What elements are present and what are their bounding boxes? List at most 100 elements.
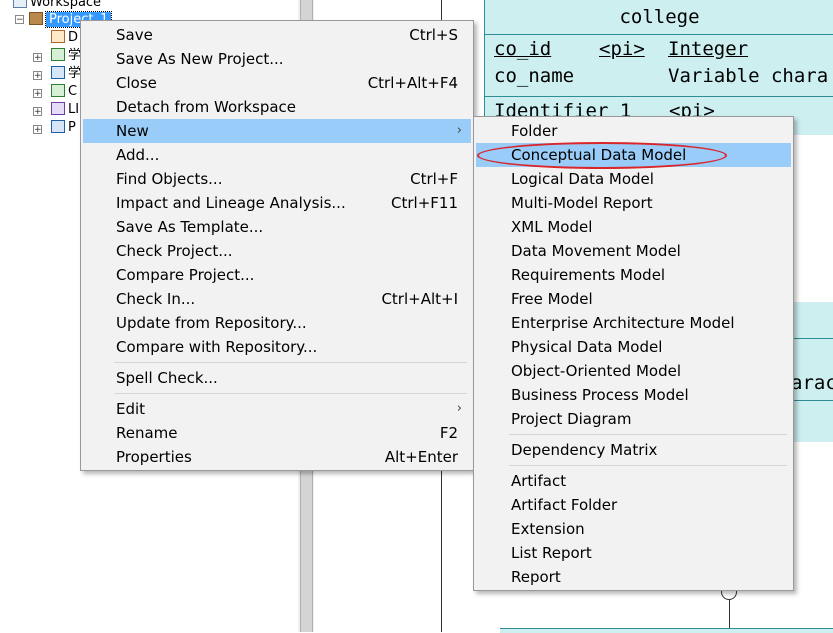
menu-item-find-objects[interactable]: Find Objects... Ctrl+F [83,167,471,191]
menu-item-spell-check[interactable]: Spell Check... [83,366,471,390]
submenu-item-enterprise-architecture-model[interactable]: Enterprise Architecture Model [476,311,791,335]
attribute-row: co_id <pi> Integer [494,38,748,60]
submenu-item-free-model[interactable]: Free Model [476,287,791,311]
menu-item-save-as-template[interactable]: Save As Template... [83,215,471,239]
submenu-item-business-process-model[interactable]: Business Process Model [476,383,791,407]
menu-item-detach-from-workspace[interactable]: Detach from Workspace [83,95,471,119]
menu-item-label: Dependency Matrix [511,441,658,459]
submenu-item-xml-model[interactable]: XML Model [476,215,791,239]
menu-item-label: Conceptual Data Model [511,146,687,164]
attribute-type: Integer [668,38,749,60]
tree-item-child[interactable]: 学 [51,47,81,65]
menu-item-label: Detach from Workspace [116,98,297,116]
expand-toggle[interactable]: + [33,53,42,63]
menu-item-label: Add... [116,146,160,164]
menu-item-label: Enterprise Architecture Model [511,314,735,332]
new-submenu: Folder Conceptual Data Model Logical Dat… [473,116,794,591]
collapse-project-toggle[interactable]: − [15,15,24,25]
menu-separator [114,362,467,363]
submenu-item-list-report[interactable]: List Report [476,541,791,565]
expand-toggle[interactable]: + [33,107,42,117]
model-icon [51,102,65,115]
tree-item-child[interactable]: C [51,83,77,101]
menu-item-label: List Report [511,544,592,562]
tree-item-label: Workspace [30,0,102,10]
menu-item-label: Save [116,26,153,44]
model-icon [51,48,65,61]
menu-item-label: XML Model [511,218,593,236]
attribute-type: Variable chara [668,65,829,87]
entity-college[interactable]: college co_id <pi> Integer co_name Varia… [484,0,833,135]
entity-attributes: co_id <pi> Integer co_name Variable char… [485,34,833,97]
submenu-item-data-movement-model[interactable]: Data Movement Model [476,239,791,263]
menu-item-compare-with-repository[interactable]: Compare with Repository... [83,335,471,359]
menu-item-shortcut: Ctrl+Alt+I [381,290,458,308]
submenu-arrow-icon: › [456,123,462,138]
submenu-item-project-diagram[interactable]: Project Diagram [476,407,791,431]
tree-item-label: P [68,120,76,135]
menu-item-label: Check In... [116,290,196,308]
menu-item-label: New [116,122,149,140]
workspace-icon [13,0,27,8]
entity-partial[interactable]: arac [790,302,833,442]
menu-item-label: Business Process Model [511,386,689,404]
tree-item-label: D [68,30,79,45]
menu-item-check-in[interactable]: Check In... Ctrl+Alt+I [83,287,471,311]
submenu-item-report[interactable]: Report [476,565,791,589]
menu-item-label: Requirements Model [511,266,666,284]
submenu-item-logical-data-model[interactable]: Logical Data Model [476,167,791,191]
submenu-item-requirements-model[interactable]: Requirements Model [476,263,791,287]
project-icon [29,12,43,25]
menu-item-label: Update from Repository... [116,314,307,332]
menu-item-impact-lineage-analysis[interactable]: Impact and Lineage Analysis... Ctrl+F11 [83,191,471,215]
submenu-item-extension[interactable]: Extension [476,517,791,541]
entity-divider [791,338,833,339]
submenu-item-folder[interactable]: Folder [476,119,791,143]
menu-item-label: Impact and Lineage Analysis... [116,194,346,212]
submenu-item-conceptual-data-model[interactable]: Conceptual Data Model [476,143,791,167]
menu-item-save-as-new-project[interactable]: Save As New Project... [83,47,471,71]
menu-item-rename[interactable]: Rename F2 [83,421,471,445]
menu-item-properties[interactable]: Properties Alt+Enter [83,445,471,469]
menu-item-close[interactable]: Close Ctrl+Alt+F4 [83,71,471,95]
menu-item-update-from-repository[interactable]: Update from Repository... [83,311,471,335]
attribute-name: co_name [494,65,575,87]
submenu-item-artifact-folder[interactable]: Artifact Folder [476,493,791,517]
menu-separator [509,465,787,466]
menu-item-new[interactable]: New › [83,119,471,143]
attribute-key: <pi> [599,38,645,60]
submenu-item-multi-model-report[interactable]: Multi-Model Report [476,191,791,215]
expand-toggle[interactable]: + [33,125,42,135]
submenu-item-object-oriented-model[interactable]: Object-Oriented Model [476,359,791,383]
attribute-name: co_id [494,38,552,60]
menu-item-label: Data Movement Model [511,242,681,260]
tree-item-label: C [68,84,78,99]
menu-item-label: Compare with Repository... [116,338,318,356]
menu-item-save[interactable]: Save Ctrl+S [83,23,471,47]
tree-item-child[interactable]: LI [51,101,79,119]
tree-item-child[interactable]: 学 [51,65,81,83]
menu-item-add[interactable]: Add... [83,143,471,167]
model-icon [51,66,65,79]
tree-item-child[interactable]: P [51,119,76,137]
submenu-item-artifact[interactable]: Artifact [476,469,791,493]
menu-item-edit[interactable]: Edit › [83,397,471,421]
menu-item-label: Spell Check... [116,369,218,387]
menu-item-label: Check Project... [116,242,233,260]
submenu-item-physical-data-model[interactable]: Physical Data Model [476,335,791,359]
submenu-item-dependency-matrix[interactable]: Dependency Matrix [476,438,791,462]
expand-toggle[interactable]: + [33,71,42,81]
menu-item-label: Rename [116,424,178,442]
menu-item-label: Artifact Folder [511,496,618,514]
tree-item-child[interactable]: D [51,29,78,47]
attribute-row: co_name Variable chara [494,65,828,87]
menu-item-check-project[interactable]: Check Project... [83,239,471,263]
expand-toggle[interactable]: + [33,89,42,99]
entity-divider [791,400,833,401]
tree-item-label: LI [68,102,80,117]
menu-item-label: Artifact [511,472,567,490]
menu-item-label: Find Objects... [116,170,223,188]
entity-title: college [485,0,833,35]
menu-item-shortcut: Ctrl+Alt+F4 [367,74,458,92]
menu-item-compare-project[interactable]: Compare Project... [83,263,471,287]
